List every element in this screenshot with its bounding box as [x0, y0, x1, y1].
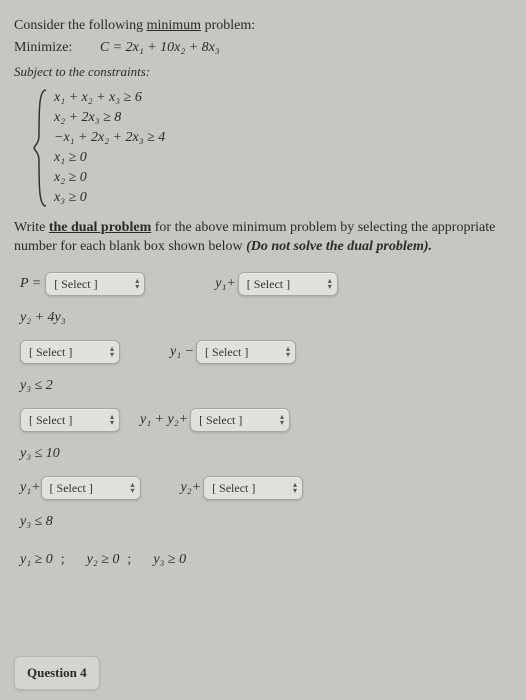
r1-lhs: P =	[20, 276, 41, 292]
select-r3b[interactable]: [ Select ]	[190, 408, 290, 432]
constraint-row: x₂ + 2x₃ ≥ 8	[54, 108, 165, 128]
r3-tail: y₃ ≤ 10	[20, 446, 60, 462]
constraint-row: x₁ + x₂ + x₃ ≥ 6	[54, 88, 165, 108]
r1-tail: y₂ + 4y₃	[20, 310, 66, 326]
select-wrap: [ Select ] ▴▾	[20, 340, 120, 364]
select-wrap: [ Select ] ▴▾	[20, 408, 120, 432]
select-r4b[interactable]: [ Select ]	[203, 476, 303, 500]
r2-mid: y₁ −	[170, 344, 194, 360]
constraint-row: x₁ ≥ 0	[54, 148, 165, 168]
select-wrap: [ Select ] ▴▾	[203, 476, 303, 500]
r1-mid: y₁+	[215, 276, 236, 292]
question-text: Question 4	[27, 665, 87, 680]
question-label: Question 4	[14, 656, 100, 690]
sep: ;	[127, 552, 131, 568]
constraint-row: x₂ ≥ 0	[54, 168, 165, 188]
instruction-text: Write the dual problem for the above min…	[14, 218, 512, 256]
dual-problem-area: P = [ Select ] ▴▾ y₁+ [ Select ] ▴▾ y₂ +…	[14, 270, 512, 574]
dual-row-4: y₁+ [ Select ] ▴▾ y₂+ [ Select ] ▴▾	[14, 474, 512, 502]
nonneg-y2: y₂ ≥ 0	[87, 552, 120, 568]
dual-row-4b: y₃ ≤ 8	[14, 508, 512, 536]
select-r2b[interactable]: [ Select ]	[196, 340, 296, 364]
instr-dual: the dual problem	[49, 220, 151, 235]
subject-label: Subject to the constraints:	[14, 64, 512, 80]
select-r3a[interactable]: [ Select ]	[20, 408, 120, 432]
dual-row-1: P = [ Select ] ▴▾ y₁+ [ Select ] ▴▾	[14, 270, 512, 298]
constraints-block: x₁ + x₂ + x₃ ≥ 6 x₂ + 2x₃ ≥ 8 −x₁ + 2x₂ …	[32, 88, 512, 208]
select-wrap: [ Select ] ▴▾	[41, 476, 141, 500]
r3-mid: y₁ + y₂+	[140, 412, 188, 428]
select-r1b[interactable]: [ Select ]	[238, 272, 338, 296]
constraint-row: −x₁ + 2x₂ + 2x₃ ≥ 4	[54, 128, 165, 148]
select-wrap: [ Select ] ▴▾	[238, 272, 338, 296]
select-r2a[interactable]: [ Select ]	[20, 340, 120, 364]
select-wrap: [ Select ] ▴▾	[45, 272, 145, 296]
objective-formula: C = 2x₁ + 10x₂ + 8x₃	[100, 40, 220, 55]
intro-suffix: problem:	[201, 18, 255, 33]
nonneg-y1: y₁ ≥ 0	[20, 552, 53, 568]
minimize-row: Minimize: C = 2x₁ + 10x₂ + 8x₃	[14, 40, 512, 56]
r2-tail: y₃ ≤ 2	[20, 378, 53, 394]
select-r1a[interactable]: [ Select ]	[45, 272, 145, 296]
r4-lhs: y₁+	[20, 480, 41, 496]
minimize-label: Minimize:	[14, 40, 72, 55]
dual-row-2: [ Select ] ▴▾ y₁ − [ Select ] ▴▾	[14, 338, 512, 366]
nonneg-row: y₁ ≥ 0 ; y₂ ≥ 0 ; y₃ ≥ 0	[14, 546, 512, 574]
select-wrap: [ Select ] ▴▾	[190, 408, 290, 432]
select-wrap: [ Select ] ▴▾	[196, 340, 296, 364]
instr-p1: Write	[14, 220, 49, 235]
r4-tail: y₃ ≤ 8	[20, 514, 53, 530]
constraints-list: x₁ + x₂ + x₃ ≥ 6 x₂ + 2x₃ ≥ 8 −x₁ + 2x₂ …	[50, 88, 165, 208]
constraint-row: x₃ ≥ 0	[54, 188, 165, 208]
intro-line: Consider the following minimum problem:	[14, 18, 512, 34]
left-brace-icon	[32, 88, 50, 208]
intro-minimum: minimum	[147, 18, 201, 33]
intro-prefix: Consider the following	[14, 18, 147, 33]
select-r4a[interactable]: [ Select ]	[41, 476, 141, 500]
sep: ;	[61, 552, 65, 568]
instr-p3: (Do not solve the dual problem).	[246, 239, 432, 254]
nonneg-y3: y₃ ≥ 0	[153, 552, 186, 568]
dual-row-3b: y₃ ≤ 10	[14, 440, 512, 468]
r4-mid: y₂+	[181, 480, 202, 496]
dual-row-1b: y₂ + 4y₃	[14, 304, 512, 332]
dual-row-2b: y₃ ≤ 2	[14, 372, 512, 400]
dual-row-3: [ Select ] ▴▾ y₁ + y₂+ [ Select ] ▴▾	[14, 406, 512, 434]
